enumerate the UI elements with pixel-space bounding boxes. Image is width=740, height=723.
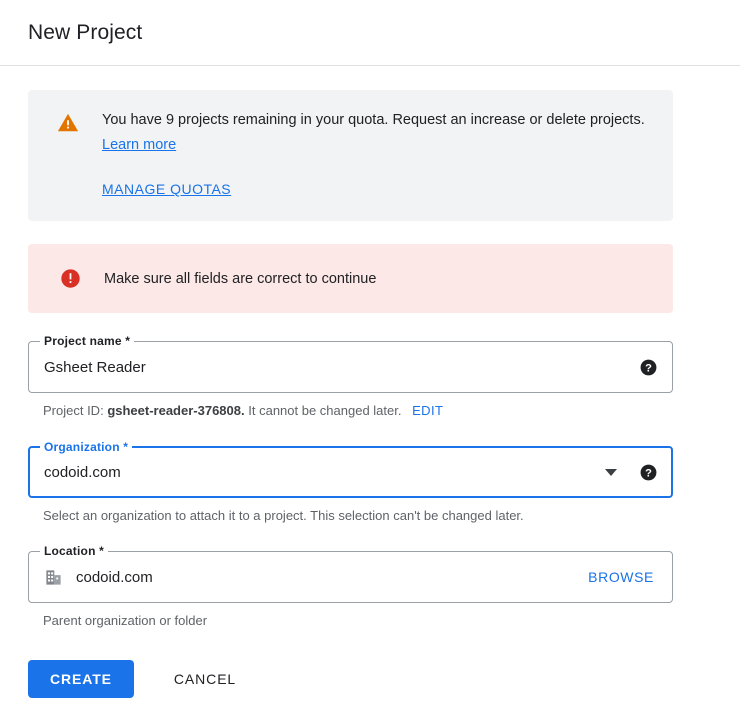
quota-warning-banner: You have 9 projects remaining in your qu… [28,90,673,221]
form-error-banner: Make sure all fields are correct to cont… [28,244,673,313]
project-name-label: Project name * [40,333,135,349]
project-name-input[interactable]: Gsheet Reader [44,359,639,376]
organization-building-icon [44,568,63,587]
manage-quotas-link[interactable]: MANAGE QUOTAS [102,177,231,202]
project-id-suffix: It cannot be changed later. [248,403,402,418]
location-label: Location * [40,543,109,559]
page-title: New Project [28,20,143,44]
form-error-text: Make sure all fields are correct to cont… [104,270,377,287]
page-header: New Project [0,0,740,66]
location-input[interactable]: codoid.com [76,569,588,586]
project-name-field-group: Project name * Gsheet Reader ? Project I… [28,333,712,420]
browse-location-button[interactable]: BROWSE [588,569,654,585]
warning-triangle-icon [56,111,80,135]
organization-select-value[interactable]: codoid.com [44,464,605,481]
organization-helper: Select an organization to attach it to a… [43,508,524,523]
form-actions: CREATE CANCEL [28,660,712,698]
project-id-value: gsheet-reader-376808. [107,403,245,418]
quota-warning-text: You have 9 projects remaining in your qu… [102,108,653,158]
cancel-button[interactable]: CANCEL [164,660,246,698]
project-name-field[interactable]: Project name * Gsheet Reader ? [28,333,673,393]
page-content: You have 9 projects remaining in your qu… [0,66,740,698]
error-circle-icon [58,267,82,291]
chevron-down-icon[interactable] [605,468,617,476]
location-field[interactable]: Location * codoid.com BROWSE [28,543,673,603]
quota-warning-body: You have 9 projects remaining in your qu… [102,108,653,203]
svg-text:?: ? [645,467,652,479]
organization-label: Organization * [40,439,133,455]
location-field-group: Location * codoid.com BROWSE Parent orga… [28,543,712,630]
help-icon[interactable]: ? [639,358,658,377]
create-button[interactable]: CREATE [28,660,134,698]
location-helper: Parent organization or folder [43,613,208,628]
organization-field[interactable]: Organization * codoid.com ? [28,439,673,498]
learn-more-link[interactable]: Learn more [102,137,176,153]
edit-project-id-link[interactable]: EDIT [412,403,443,418]
project-id-helper: Project ID: gsheet-reader-376808. It can… [43,402,712,420]
quota-warning-message: You have 9 projects remaining in your qu… [102,112,645,128]
organization-field-group: Organization * codoid.com ? Select an or… [28,439,712,525]
help-icon[interactable]: ? [639,463,658,482]
project-id-prefix: Project ID: [43,403,104,418]
svg-text:?: ? [645,362,652,374]
